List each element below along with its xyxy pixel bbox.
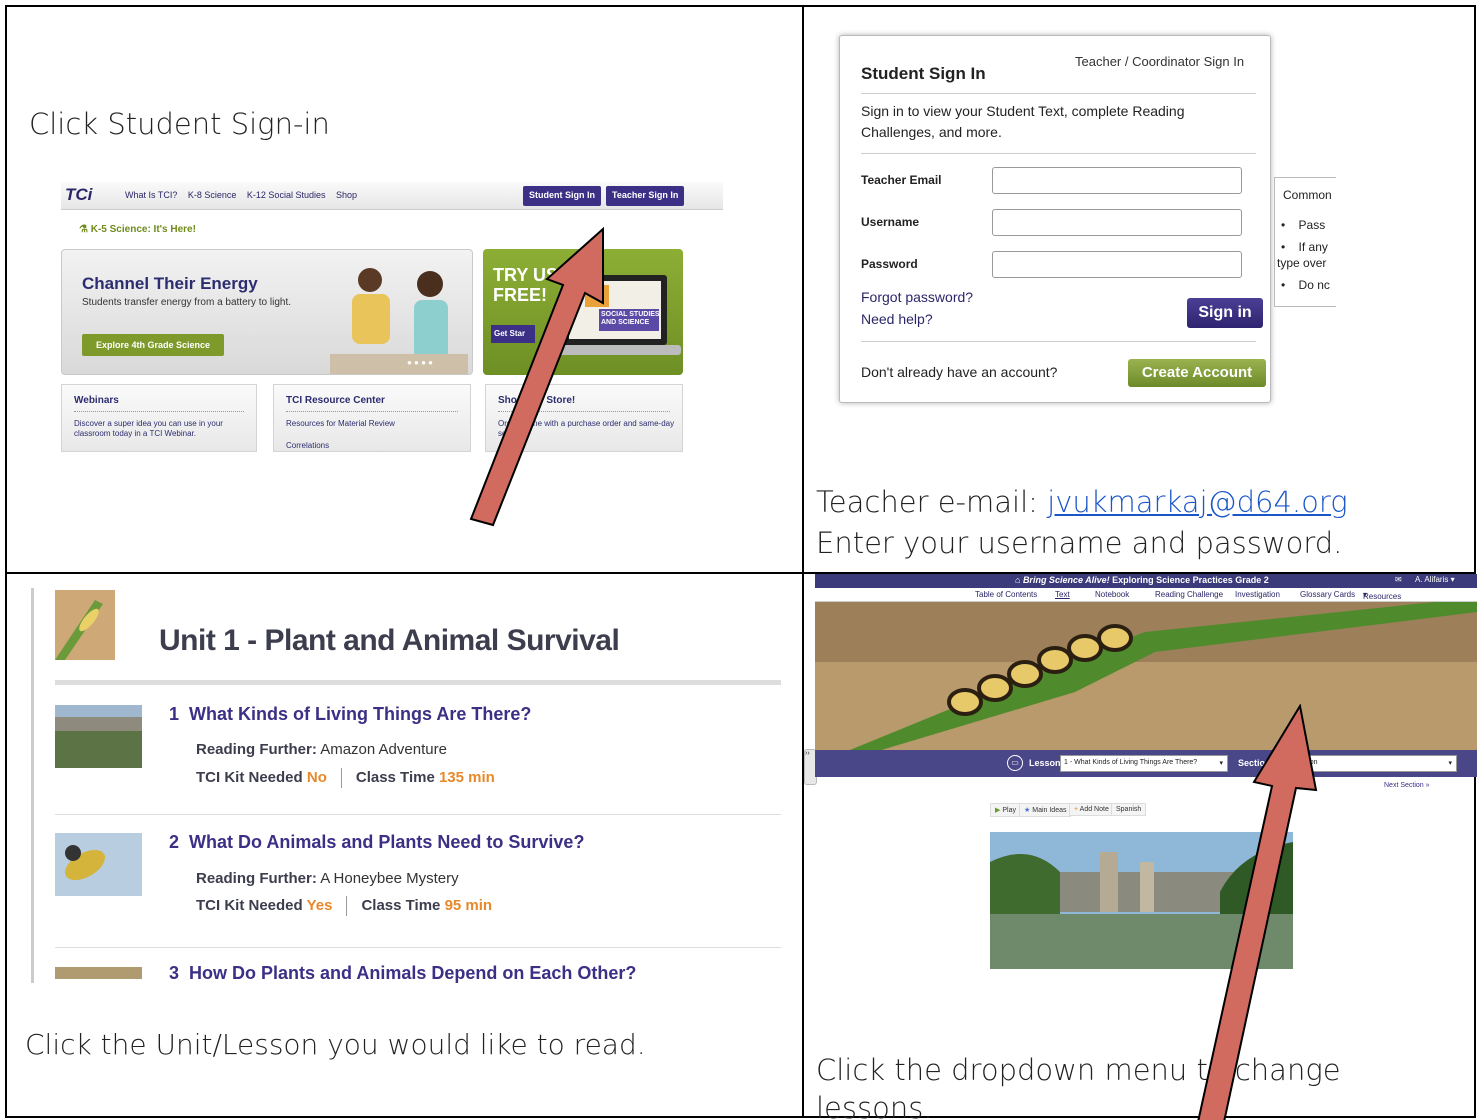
teacher-email-input[interactable] <box>992 167 1242 194</box>
need-help-link[interactable]: Need help? <box>861 311 933 327</box>
reader-title: ⌂ Bring Science Alive! Exploring Science… <box>1015 575 1269 585</box>
unit-divider <box>55 680 781 685</box>
teacher-sign-in-button[interactable]: Teacher Sign In <box>606 186 685 206</box>
lesson-3-link[interactable]: 3 How Do Plants and Animals Depend on Ea… <box>169 963 636 984</box>
home-icon: ⌂ <box>1015 575 1023 585</box>
step-3-caption: Click the Unit/Lesson you would like to … <box>25 1028 646 1061</box>
reader-tabs: Table of Contents Text Notebook Reading … <box>815 588 1477 602</box>
username-label: Username <box>861 215 920 229</box>
add-note-button[interactable]: + Add Note <box>1069 803 1114 816</box>
teacher-sign-in-link[interactable]: Teacher / Coordinator Sign In <box>1075 54 1244 69</box>
tci-logo: TCi <box>65 185 93 204</box>
nav-link[interactable]: Shop <box>336 190 357 200</box>
k5-science-link[interactable]: ⚗ K-5 Science: It's Here! <box>79 224 196 235</box>
lesson-1-thumbnail <box>55 705 142 768</box>
lesson-2-meta: TCI Kit Needed Yes Class Time 95 min <box>196 896 492 916</box>
play-button[interactable]: ▶ Play <box>990 803 1021 817</box>
tab-investigation[interactable]: Investigation <box>1235 590 1280 599</box>
tab-glossary[interactable]: Glossary Cards <box>1300 590 1355 599</box>
box-text: Correlations <box>286 441 330 450</box>
tab-toc[interactable]: Table of Contents <box>975 590 1037 599</box>
lesson-1-link[interactable]: 1 What Kinds of Living Things Are There? <box>169 704 531 725</box>
lesson-2-reading-further: Reading Further: A Honeybee Mystery <box>196 870 459 887</box>
spanish-button[interactable]: Spanish <box>1111 803 1147 816</box>
chevron-down-icon: ▾ <box>1448 760 1452 767</box>
box-text: Resources for Material Review <box>286 419 395 428</box>
sign-in-description: Sign in to view your Student Text, compl… <box>861 103 1185 140</box>
teacher-email-line: Teacher e-mail: jvukmarkaj@d64.org <box>816 485 1348 519</box>
instruction-grid: Click Student Sign-in TCi What Is TCI? K… <box>5 5 1478 1120</box>
user-menu[interactable]: A. Alifaris ▾ <box>1415 575 1455 584</box>
password-tips-tooltip: Common • Pass • If any type over • Do nc <box>1274 177 1336 307</box>
step-2-caption: Enter your username and password. <box>816 526 1343 560</box>
book-icon: ▭ <box>1007 755 1023 771</box>
plus-icon: + <box>1074 806 1079 813</box>
resource-center-box[interactable]: TCI Resource Center Resources for Materi… <box>273 384 471 452</box>
left-accent-bar <box>31 588 34 983</box>
lesson-2-thumbnail <box>55 833 142 896</box>
tab-reading-challenge[interactable]: Reading Challenge <box>1155 590 1223 599</box>
lesson-2-link[interactable]: 2 What Do Animals and Plants Need to Sur… <box>169 832 584 853</box>
box-title: TCI Resource Center <box>286 395 385 406</box>
create-account-button[interactable]: Create Account <box>1128 359 1266 387</box>
lesson-1-reading-further: Reading Further: Amazon Adventure <box>196 741 447 758</box>
sign-in-title: Student Sign In <box>861 64 986 83</box>
student-sign-in-button[interactable]: Student Sign In <box>523 186 601 206</box>
teacher-email-label: Teacher Email <box>861 173 942 187</box>
star-icon: ★ <box>1024 807 1031 814</box>
password-input[interactable] <box>992 251 1242 278</box>
no-account-text: Don't already have an account? <box>861 364 1058 380</box>
nav-link[interactable]: K-8 Science <box>188 190 237 200</box>
sign-in-button[interactable]: Sign in <box>1187 298 1263 328</box>
reader-header: ⌂ Bring Science Alive! Exploring Science… <box>815 574 1477 588</box>
teacher-email-link[interactable]: jvukmarkaj@d64.org <box>1047 485 1348 519</box>
lesson-3-thumbnail <box>55 967 142 979</box>
explore-science-button[interactable]: Explore 4th Grade Science <box>82 334 224 356</box>
lesson-label: Lesson: <box>1029 758 1064 768</box>
hero-banner: Channel Their Energy Students transfer e… <box>61 249 473 375</box>
tci-navbar: TCi What Is TCI? K-8 Science K-12 Social… <box>61 182 723 210</box>
webinars-box[interactable]: Webinars Discover a super idea you can u… <box>61 384 257 452</box>
step-4-caption: Click the dropdown menu to change lesson… <box>816 1053 1341 1120</box>
carousel-dots[interactable]: ● ● ● ● <box>407 358 433 367</box>
username-input[interactable] <box>992 209 1242 236</box>
box-title: Webinars <box>74 395 119 406</box>
lesson-selector-bar: ▭ Lesson: 1 - What Kinds of Living Thing… <box>815 750 1477 777</box>
tab-text[interactable]: Text <box>1055 590 1070 599</box>
password-label: Password <box>861 257 918 271</box>
unit-title[interactable]: Unit 1 - Plant and Animal Survival <box>159 624 620 658</box>
pointer-arrow-icon <box>1197 704 1318 1120</box>
mail-icon[interactable]: ✉ <box>1395 575 1402 584</box>
unit-thumbnail <box>55 590 115 660</box>
sign-in-dialog: Student Sign In Teacher / Coordinator Si… <box>839 35 1271 403</box>
nav-link[interactable]: What Is TCI? <box>125 190 177 200</box>
next-section-link[interactable]: Next Section » <box>1384 782 1430 789</box>
flask-icon: ⚗ <box>79 224 91 235</box>
lesson-hero-image <box>815 602 1477 752</box>
tab-resources[interactable]: Resources ▾ <box>1363 590 1401 601</box>
lesson-1-meta: TCI Kit Needed No Class Time 135 min <box>196 768 495 788</box>
kids-photo <box>330 268 468 374</box>
step-1-panel: Click Student Sign-in TCi What Is TCI? K… <box>7 7 802 572</box>
box-text: Discover a super idea you can use in you… <box>74 419 223 438</box>
hero-title: Channel Their Energy <box>82 274 258 293</box>
main-ideas-button[interactable]: ★ Main Ideas <box>1019 803 1072 817</box>
pointer-arrow-icon <box>469 227 604 527</box>
step-4-panel: ⌂ Bring Science Alive! Exploring Science… <box>804 574 1478 1120</box>
step-3-panel: Unit 1 - Plant and Animal Survival 1 Wha… <box>7 574 802 1120</box>
step-2-panel: Student Sign In Teacher / Coordinator Si… <box>804 7 1478 572</box>
step-1-caption: Click Student Sign-in <box>29 107 330 141</box>
play-icon: ▶ <box>995 807 1001 814</box>
nav-link[interactable]: K-12 Social Studies <box>247 190 326 200</box>
forgot-password-link[interactable]: Forgot password? <box>861 289 973 305</box>
tab-notebook[interactable]: Notebook <box>1095 590 1129 599</box>
tci-homepage-screenshot: TCi What Is TCI? K-8 Science K-12 Social… <box>61 182 723 452</box>
tci-nav-links: What Is TCI? K-8 Science K-12 Social Stu… <box>125 190 365 200</box>
hero-subtitle: Students transfer energy from a battery … <box>82 297 291 308</box>
